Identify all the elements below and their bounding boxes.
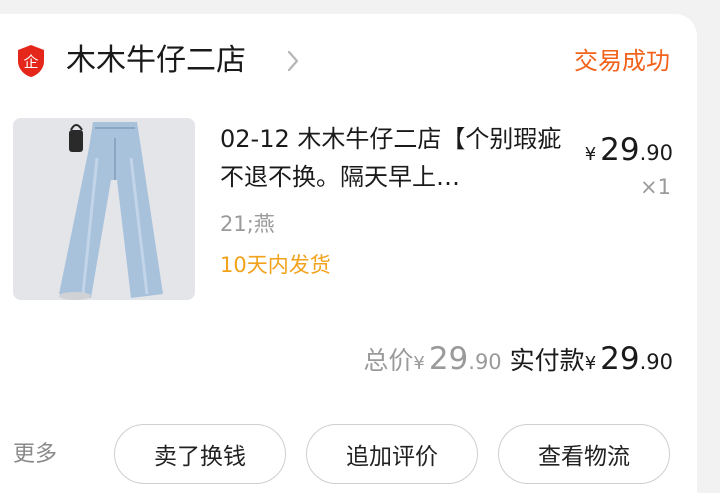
resell-button[interactable]: 卖了换钱 <box>114 424 286 484</box>
price-decimal: .90 <box>639 141 673 165</box>
price-currency: ¥ <box>584 144 597 165</box>
product-sku: 21;燕 <box>220 212 275 236</box>
quantity: ×1 <box>640 175 671 199</box>
jeans-product-image <box>13 118 195 300</box>
total-decimal: .90 <box>468 350 502 374</box>
paid-integer: 29 <box>600 341 640 377</box>
paid-decimal: .90 <box>639 350 673 374</box>
paid-currency: ¥ <box>584 353 597 374</box>
order-totals: 总价¥ 29.90 实付款¥ 29.90 <box>363 341 673 377</box>
add-review-button[interactable]: 追加评价 <box>306 424 478 484</box>
paid-label: 实付款 <box>509 346 585 375</box>
svg-text:企: 企 <box>23 53 38 71</box>
total-label: 总价 <box>363 346 414 375</box>
product-thumbnail[interactable] <box>13 118 195 300</box>
price-integer: 29 <box>600 132 640 168</box>
order-card: 企 木木牛仔二店 交易成功 02-12 木木牛仔二店【个别瑕疵不退不换。隔天早上… <box>0 14 697 493</box>
shipping-notice: 10天内发货 <box>220 253 331 277</box>
product-title[interactable]: 02-12 木木牛仔二店【个别瑕疵不退不换。隔天早上… <box>220 120 565 196</box>
more-actions-link[interactable]: 更多 <box>13 440 57 470</box>
order-status: 交易成功 <box>574 47 670 75</box>
chevron-right-icon[interactable] <box>286 49 300 73</box>
total-currency: ¥ <box>413 353 425 374</box>
paid-amount: ¥29.90 <box>584 341 673 377</box>
unit-price: ¥29.90 <box>585 132 673 168</box>
total-integer: 29 <box>428 341 469 377</box>
total-price: ¥29.90 <box>413 341 501 377</box>
enterprise-shield-icon: 企 <box>18 45 44 77</box>
view-logistics-button[interactable]: 查看物流 <box>498 424 670 484</box>
shop-name[interactable]: 木木牛仔二店 <box>66 42 246 80</box>
